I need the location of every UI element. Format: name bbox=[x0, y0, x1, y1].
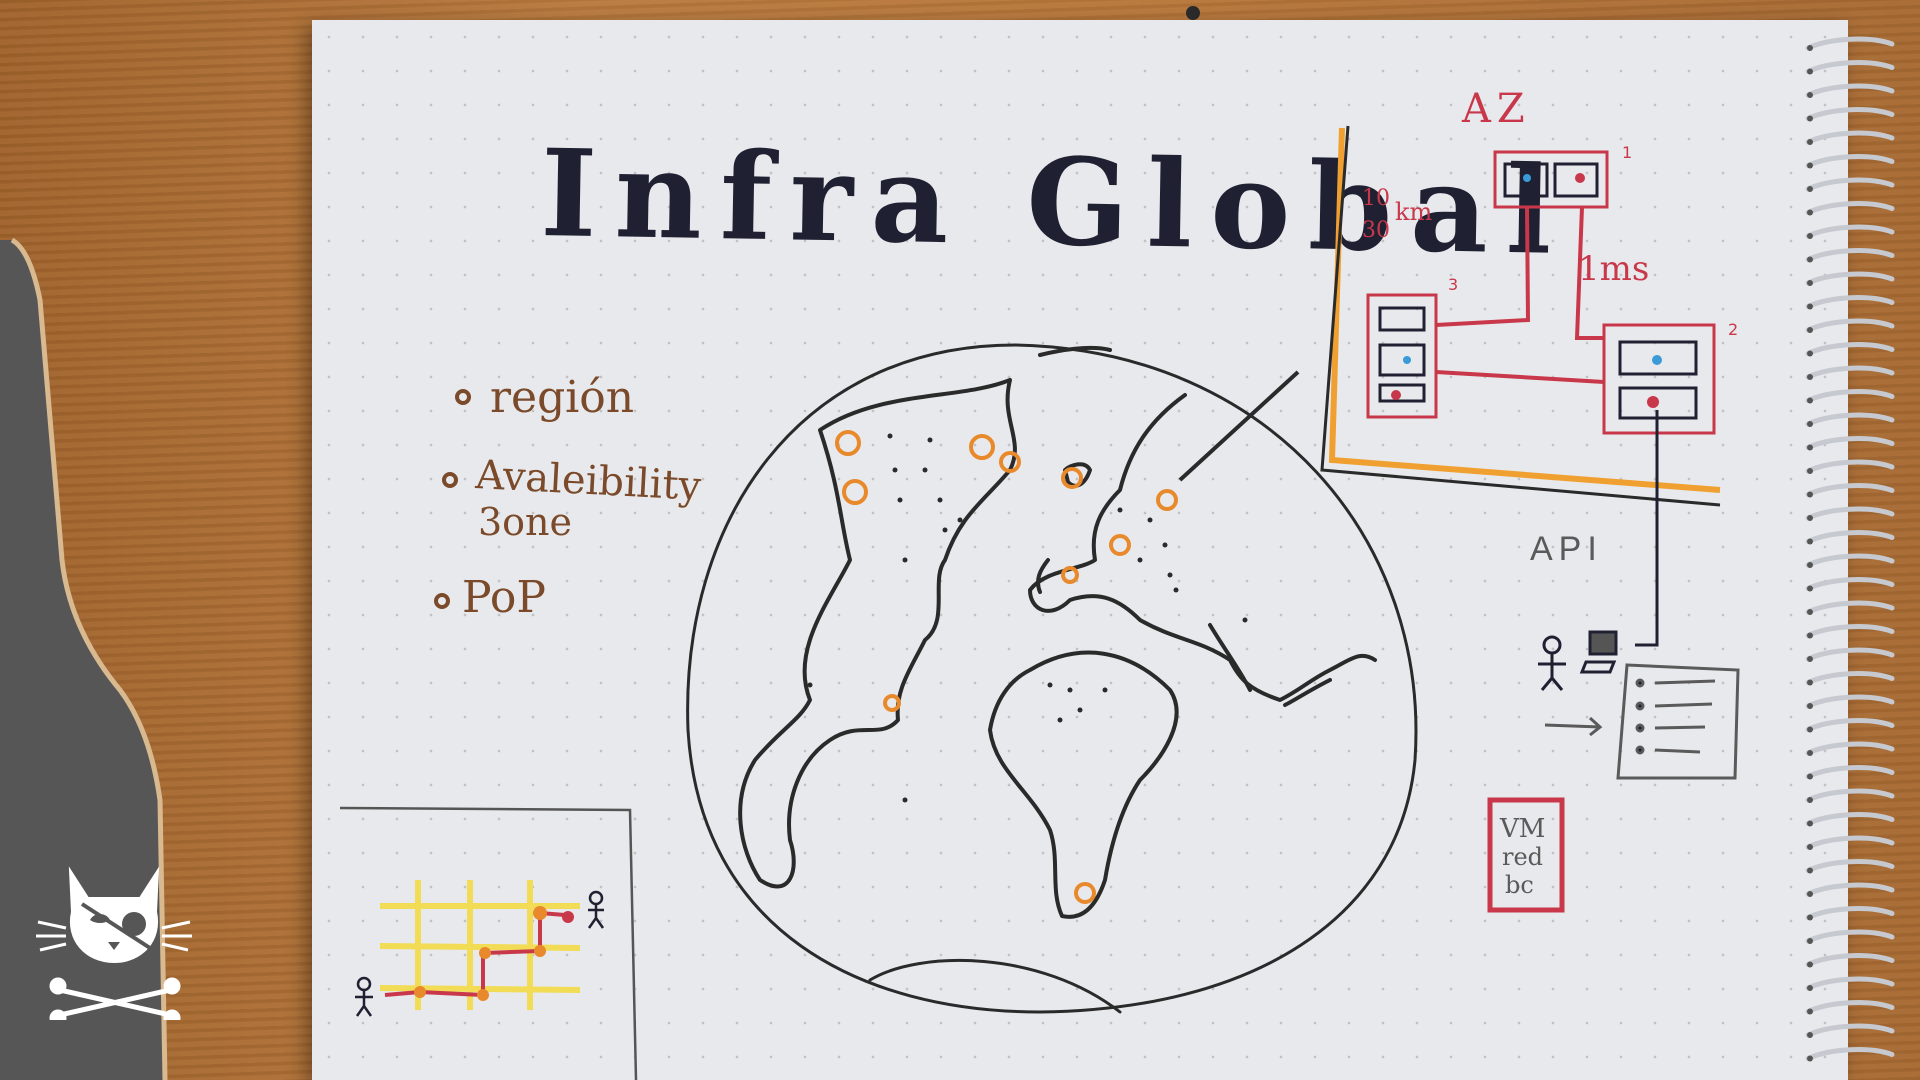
sketch-drawing: Infra Global región Avaleibility 3one Po… bbox=[339, 6, 1740, 1080]
datacenter-3-number: 3 bbox=[1448, 275, 1458, 294]
datacenter-3 bbox=[1366, 293, 1438, 419]
vm-network-box: VM red bc bbox=[1487, 797, 1565, 913]
vm-line: VM bbox=[1499, 814, 1545, 844]
zoom-leader-line bbox=[1178, 370, 1300, 482]
red-line: red bbox=[1502, 843, 1543, 871]
continent-south-america bbox=[988, 650, 1179, 919]
az-distance-top: 10 bbox=[1362, 186, 1390, 211]
bc-line: bc bbox=[1505, 871, 1534, 899]
user-figure-start bbox=[355, 976, 373, 1017]
az-label: AZ bbox=[1461, 86, 1531, 132]
az-distance-bottom: 30 bbox=[1362, 218, 1390, 243]
datacenter-1-number: 1 bbox=[1622, 143, 1632, 162]
laptop-icon bbox=[1579, 630, 1618, 674]
legend-bullet-region bbox=[455, 389, 471, 405]
api-connection-line bbox=[1635, 410, 1659, 647]
legend-item-az-second-line: 3one bbox=[478, 500, 572, 544]
region-marker bbox=[1074, 882, 1096, 904]
region-marker bbox=[969, 434, 995, 460]
legend-item-pop: PoP bbox=[462, 572, 546, 623]
globe-bottom-cap bbox=[868, 958, 1122, 1014]
pirate-cat-logo bbox=[36, 866, 192, 1020]
globe bbox=[686, 343, 1418, 1014]
region-marker bbox=[1156, 489, 1178, 511]
legend-bullet-pop bbox=[434, 593, 450, 609]
az-distance-unit: km bbox=[1395, 198, 1433, 226]
globe-outline bbox=[686, 343, 1418, 1014]
console-panel bbox=[1544, 663, 1740, 780]
region-marker bbox=[835, 430, 861, 456]
user-figure bbox=[1538, 635, 1566, 691]
legend: región Avaleibility 3one PoP bbox=[434, 372, 703, 623]
region-markers bbox=[835, 430, 1178, 904]
routing-grid bbox=[339, 806, 638, 1080]
legend-item-region: región bbox=[490, 372, 634, 423]
region-marker bbox=[1109, 534, 1131, 556]
datacenter-2-number: 2 bbox=[1728, 320, 1738, 339]
user-figure-end bbox=[587, 890, 605, 929]
photo-scene: Infra Global región Avaleibility 3one Po… bbox=[0, 0, 1920, 1080]
pop-dots bbox=[807, 433, 1248, 803]
continent-asia-south bbox=[1208, 623, 1332, 707]
region-marker bbox=[842, 479, 868, 505]
api-label: API bbox=[1530, 530, 1603, 568]
az-latency: 1ms bbox=[1578, 249, 1649, 289]
legend-bullet-az bbox=[442, 472, 458, 488]
pin bbox=[1186, 6, 1200, 20]
continent-eurasia bbox=[1028, 345, 1377, 702]
